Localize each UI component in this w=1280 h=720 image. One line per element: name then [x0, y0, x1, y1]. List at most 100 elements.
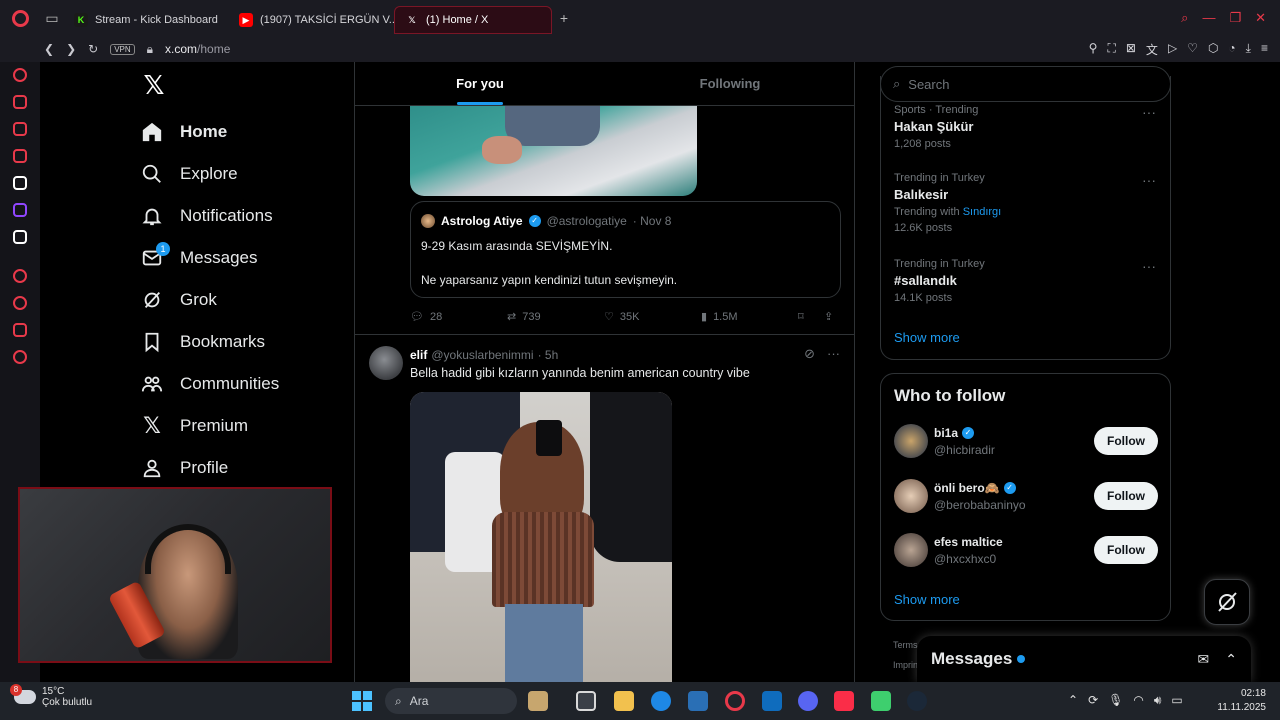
views-button[interactable]: ▮ 1.5M [701, 310, 798, 324]
share-button[interactable]: ⇪ [824, 310, 833, 323]
edge-icon[interactable] [651, 691, 671, 711]
pin-icon[interactable]: ⚲ [1089, 41, 1098, 58]
player-icon[interactable] [13, 269, 27, 283]
trend-item[interactable]: Trending in Turkey #sallandık 14.1K post… [894, 258, 1156, 304]
new-message-icon[interactable]: ✉ [1198, 651, 1210, 668]
nav-explore[interactable]: Explore [140, 162, 238, 186]
author-handle[interactable]: @yokuslarbenimmi [431, 348, 533, 362]
pinboard-icon[interactable] [13, 149, 27, 163]
wifi-icon[interactable]: ◠ [1133, 693, 1143, 708]
avatar[interactable] [369, 346, 403, 380]
x-sidebar-icon[interactable] [13, 230, 27, 244]
tab-for-you[interactable]: For you [355, 62, 605, 105]
more-icon[interactable]: ··· [1142, 258, 1156, 274]
trend-item[interactable]: Sports · Trending Hakan Şükür 1,208 post… [894, 104, 1156, 150]
search-tabs-icon[interactable]: ⌕ [1181, 10, 1188, 26]
follow-suggestion[interactable]: bi1a ✓ @hicbiradir Follow [894, 423, 1158, 459]
new-tab-button[interactable]: + [552, 10, 576, 26]
history-icon[interactable] [13, 296, 27, 310]
play-icon[interactable]: ▷ [1168, 41, 1177, 58]
nav-profile[interactable]: Profile [140, 456, 228, 480]
url-field[interactable]: x.com/home [165, 42, 230, 56]
start-button[interactable] [352, 691, 372, 711]
vpn-badge[interactable]: VPN [110, 43, 135, 55]
twitch-icon[interactable] [13, 203, 27, 217]
adblock-icon[interactable]: ⊠ [1126, 41, 1136, 58]
nav-notifications[interactable]: Notifications [140, 204, 273, 228]
speed-dial-icon[interactable] [13, 68, 27, 82]
like-button[interactable]: ♡ 35K [604, 310, 701, 324]
quoted-tweet[interactable]: Astrolog Atiye ✓ @astrologatiye · Nov 8 … [410, 201, 841, 298]
repost-button[interactable]: ⇄ 739 [507, 310, 604, 324]
follow-button[interactable]: Follow [1094, 482, 1158, 510]
music-icon[interactable] [834, 691, 854, 711]
restore-icon[interactable]: ❐ [1229, 10, 1241, 26]
follow-suggestion[interactable]: önli bero🙈 ✓ @berobabaninyo Follow [894, 478, 1158, 514]
nav-premium[interactable]: 𝕏 Premium [140, 413, 248, 438]
reload-icon[interactable]: ↻ [88, 42, 98, 56]
snapshot-icon[interactable]: ⛶ [1107, 41, 1115, 58]
more-icon[interactable]: ··· [1142, 172, 1156, 188]
widget-app-icon[interactable] [528, 691, 548, 711]
menu-icon[interactable]: ≡ [1261, 41, 1268, 58]
tab-kick[interactable]: K Stream - Kick Dashboard [64, 6, 229, 34]
outlook-icon[interactable] [762, 691, 782, 711]
battery-icon[interactable]: ▭ [1171, 693, 1182, 708]
kick-sidebar-icon[interactable] [13, 176, 27, 190]
weather-widget[interactable]: 8 15°C Çok bulutlu [10, 684, 92, 708]
extensions-icon[interactable]: ⬡ [1208, 41, 1218, 58]
discord-icon[interactable] [798, 691, 818, 711]
heart-icon[interactable]: ♡ [1187, 41, 1198, 58]
follow-show-more-link[interactable]: Show more [894, 592, 960, 607]
extensions-sidebar-icon[interactable] [13, 323, 27, 337]
trend-with-link[interactable]: Sındırgı [963, 206, 1002, 218]
footer-terms-link[interactable]: Terms [893, 640, 918, 650]
tweet-time[interactable]: · 5h [538, 348, 559, 362]
download-icon[interactable]: ⤓ [1246, 41, 1251, 58]
mic-icon[interactable]: 🎙︎ [1108, 693, 1123, 708]
nav-messages[interactable]: 1 Messages [140, 242, 257, 270]
forward-icon[interactable]: ❯ [66, 42, 76, 56]
grok-floating-button[interactable] [1204, 579, 1250, 625]
expand-icon[interactable]: ⌃ [1225, 651, 1237, 668]
tweet-image[interactable] [410, 106, 697, 196]
more-icon[interactable]: ··· [827, 346, 840, 362]
tab-following[interactable]: Following [605, 62, 854, 105]
back-icon[interactable]: ❮ [44, 42, 54, 56]
news-icon[interactable] [13, 122, 27, 136]
tweet-image[interactable] [410, 392, 672, 682]
nav-home[interactable]: Home [140, 120, 227, 144]
tab-x-home[interactable]: 𝕏 (1) Home / X [394, 6, 552, 34]
opera-taskbar-icon[interactable] [725, 691, 745, 711]
file-explorer-icon[interactable] [614, 691, 634, 711]
close-icon[interactable]: ✕ [1255, 10, 1266, 26]
bookmark-button[interactable]: ⌑ [798, 310, 824, 323]
trends-show-more-link[interactable]: Show more [894, 330, 960, 345]
nav-communities[interactable]: Communities [140, 372, 279, 396]
translate-icon[interactable]: 文 [1146, 41, 1158, 58]
follow-button[interactable]: Follow [1094, 427, 1158, 455]
task-view-icon[interactable] [576, 691, 596, 711]
author-name[interactable]: elif [410, 348, 427, 362]
account-icon[interactable]: ◔ [1228, 41, 1235, 58]
taskbar-search[interactable]: ⌕ Ara [385, 688, 517, 714]
opera-logo-icon[interactable] [0, 0, 40, 36]
more-icon[interactable]: ··· [1142, 104, 1156, 120]
x-logo-icon[interactable]: 𝕏 [140, 70, 168, 100]
app-icon[interactable] [871, 691, 891, 711]
nav-bookmarks[interactable]: Bookmarks [140, 330, 265, 354]
tab-youtube[interactable]: ▶ (1907) TAKSİCİ ERGÜN V... [229, 6, 394, 34]
reply-button[interactable]: 💬︎ 28 [410, 310, 507, 324]
taskbar-clock[interactable]: 02:18 11.11.2025 [1217, 687, 1266, 715]
store-icon[interactable] [688, 691, 708, 711]
nav-grok[interactable]: Grok [140, 288, 217, 312]
volume-icon[interactable]: 🔊︎ [1154, 693, 1162, 708]
follow-suggestion[interactable]: efes maltice @hxcxhxc0 Follow [894, 532, 1158, 568]
chevron-up-icon[interactable]: ⌃ [1068, 693, 1078, 708]
workspaces-icon[interactable]: ▭ [40, 10, 64, 27]
messages-drawer[interactable]: Messages ✉ ⌃ [917, 636, 1251, 682]
steam-icon[interactable] [907, 691, 927, 711]
settings-icon[interactable] [13, 350, 27, 364]
trend-item[interactable]: Trending in Turkey Balıkesir Trending wi… [894, 172, 1156, 234]
follow-button[interactable]: Follow [1094, 536, 1158, 564]
